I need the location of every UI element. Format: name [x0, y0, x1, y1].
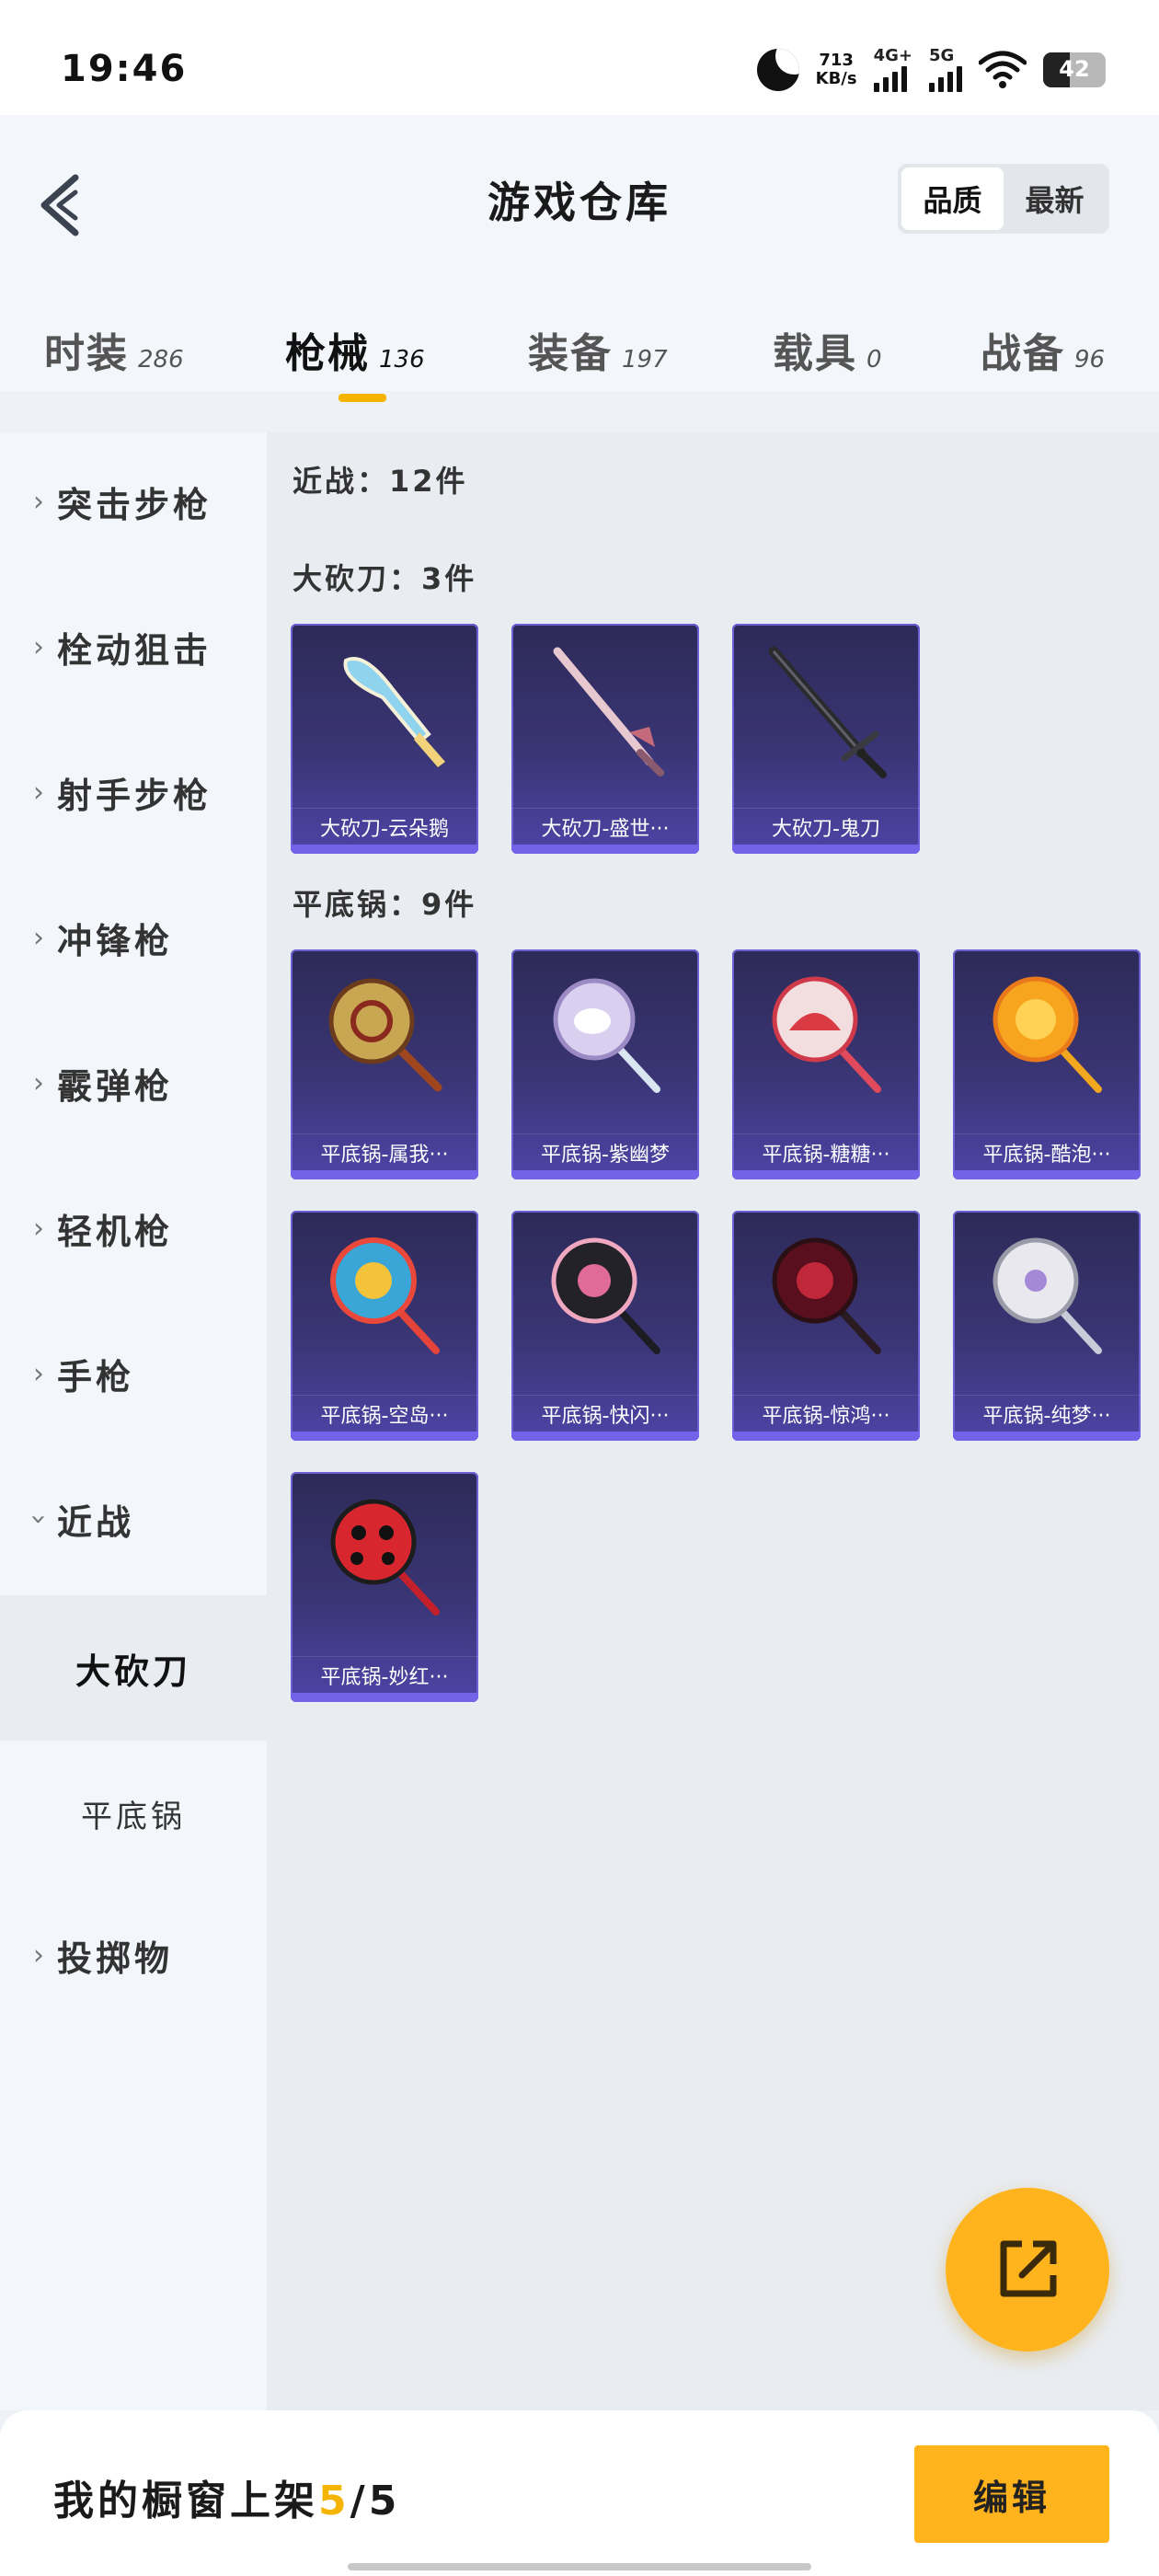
machete-icon	[553, 647, 664, 776]
status-time: 19:46	[61, 48, 188, 90]
item-card[interactable]: 平底锅-糖糖···	[732, 949, 920, 1179]
frying-pan-icon	[330, 1499, 440, 1616]
tab-equipment[interactable]: 装备 197	[528, 320, 668, 379]
frying-pan-icon	[993, 976, 1102, 1093]
frying-pan-icon	[993, 1237, 1102, 1354]
share-button[interactable]	[946, 2188, 1109, 2352]
item-name: 大砍刀-鬼刀	[732, 808, 920, 845]
tab-supplies[interactable]: 战备 96	[981, 320, 1105, 379]
sidebar-item-bolt-sniper[interactable]: › 栓动狙击	[0, 578, 267, 716]
sort-newest-button[interactable]: 最新	[1004, 167, 1106, 230]
item-name: 平底锅-紫幽梦	[511, 1133, 699, 1170]
battery-icon: 42	[1043, 52, 1106, 87]
frying-pan-icon	[772, 1237, 881, 1354]
tab-fashion[interactable]: 时装 286	[44, 320, 184, 379]
sidebar-item-shotgun[interactable]: › 霰弹枪	[0, 1014, 267, 1152]
frying-pan-icon	[772, 976, 881, 1093]
tab-vehicles[interactable]: 载具 0	[773, 320, 882, 379]
chevron-right-icon: ›	[33, 921, 44, 954]
active-tab-indicator	[339, 394, 386, 402]
bottom-bar: 我的橱窗上架5/5 编辑	[0, 2410, 1159, 2576]
item-card[interactable]: 平底锅-酷泡···	[953, 949, 1141, 1179]
chevron-right-icon: ›	[33, 1357, 44, 1390]
chevron-right-icon: ›	[33, 776, 44, 809]
chevron-right-icon: ›	[33, 630, 44, 663]
item-name: 大砍刀-盛世···	[511, 808, 699, 845]
signal-5g-icon: 5G	[929, 48, 962, 92]
chevron-right-icon: ›	[33, 485, 44, 518]
item-name: 大砍刀-云朵鹅	[291, 808, 478, 845]
chevron-right-icon: ›	[33, 1212, 44, 1245]
item-card[interactable]: 平底锅-快闪···	[511, 1211, 699, 1441]
item-name: 平底锅-糖糖···	[732, 1133, 920, 1170]
section-title-machete: 大砍刀：3件	[293, 561, 477, 596]
sidebar-subitem-frying-pan[interactable]: 平底锅	[0, 1741, 267, 1886]
sidebar-item-melee[interactable]: › 近战	[0, 1450, 267, 1588]
showcase-status: 我的橱窗上架5/5	[53, 2478, 401, 2524]
machete-icon	[768, 646, 887, 778]
sidebar: › 突击步枪 › 栓动狙击 › 射手步枪 › 冲锋枪 › 霰弹枪 › 轻机枪 › 手枪 › 近战…	[0, 432, 267, 2410]
item-card[interactable]: 平底锅-属我···	[291, 949, 478, 1179]
frying-pan-icon	[551, 1237, 660, 1354]
status-bar: 19:46 713 KB/s 4G+ 5G 42	[0, 0, 1159, 115]
network-speed: 713 KB/s	[815, 51, 857, 88]
item-name: 平底锅-惊鸿···	[732, 1395, 920, 1432]
sidebar-item-pistol[interactable]: › 手枪	[0, 1305, 267, 1443]
inventory-content: 近战：12件 大砍刀：3件 大砍刀-云朵鹅 大砍刀-盛世··· 大砍刀-鬼刀 平…	[267, 432, 1159, 2410]
item-card[interactable]: 大砍刀-盛世···	[511, 624, 699, 854]
machete-icon	[343, 657, 445, 767]
tab-firearms[interactable]: 枪械 136	[285, 320, 425, 379]
item-card[interactable]: 平底锅-空岛···	[291, 1211, 478, 1441]
sort-quality-button[interactable]: 品质	[901, 167, 1004, 230]
item-card[interactable]: 大砍刀-云朵鹅	[291, 624, 478, 854]
item-name: 平底锅-快闪···	[511, 1395, 699, 1432]
frying-pan-icon	[330, 1237, 440, 1354]
sidebar-item-lmg[interactable]: › 轻机枪	[0, 1159, 267, 1297]
item-name: 平底锅-纯梦···	[953, 1395, 1141, 1432]
wifi-icon	[979, 51, 1027, 88]
sidebar-item-smg[interactable]: › 冲锋枪	[0, 868, 267, 1006]
item-name: 平底锅-属我···	[291, 1133, 478, 1170]
edit-button[interactable]: 编辑	[914, 2445, 1109, 2543]
item-card[interactable]: 平底锅-惊鸿···	[732, 1211, 920, 1441]
moon-icon	[756, 49, 799, 91]
frying-pan-icon	[553, 978, 660, 1093]
sidebar-item-throwables[interactable]: › 投掷物	[0, 1886, 267, 2024]
frying-pan-icon	[328, 978, 442, 1092]
item-card[interactable]: 平底锅-妙红···	[291, 1472, 478, 1702]
sidebar-subitem-machete[interactable]: 大砍刀	[0, 1595, 267, 1741]
section-title-frying-pan: 平底锅：9件	[293, 887, 477, 922]
item-name: 平底锅-妙红···	[291, 1656, 478, 1693]
sidebar-item-marksman-rifle[interactable]: › 射手步枪	[0, 723, 267, 861]
item-card[interactable]: 平底锅-纯梦···	[953, 1211, 1141, 1441]
chevron-down-icon: ›	[22, 1513, 55, 1524]
item-card[interactable]: 平底锅-紫幽梦	[511, 949, 699, 1179]
signal-4g-icon: 4G+	[873, 48, 912, 92]
chevron-right-icon: ›	[33, 1938, 44, 1972]
item-name: 平底锅-酷泡···	[953, 1133, 1141, 1170]
share-external-icon	[1000, 2240, 1057, 2297]
home-indicator[interactable]	[348, 2563, 811, 2570]
status-icons: 713 KB/s 4G+ 5G 42	[756, 44, 1106, 96]
chevron-right-icon: ›	[33, 1066, 44, 1099]
group-title: 近战：12件	[293, 464, 468, 499]
item-name: 平底锅-空岛···	[291, 1395, 478, 1432]
sidebar-item-assault-rifle[interactable]: › 突击步枪	[0, 432, 267, 570]
item-card[interactable]: 大砍刀-鬼刀	[732, 624, 920, 854]
sort-toggle: 品质 最新	[898, 164, 1109, 234]
